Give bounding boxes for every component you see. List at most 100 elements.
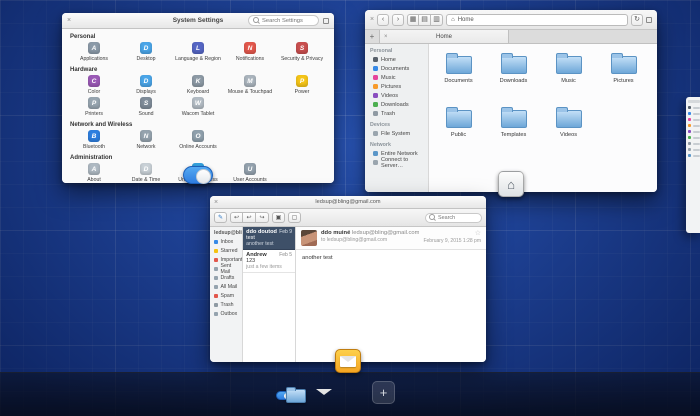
mail-app-icon[interactable] (335, 349, 361, 373)
settings-item[interactable]: N Notifications (224, 42, 276, 64)
folder-item[interactable]: Downloads (486, 52, 541, 106)
adjacent-window-sliver[interactable] (686, 97, 700, 233)
conversation-item[interactable]: Feb 9 ddo doutod test another test (243, 227, 295, 250)
settings-item[interactable]: D Desktop (120, 42, 172, 64)
message-view: ddo muiné ledsup@bling@gmail.com to leds… (296, 227, 486, 362)
mail-folder-item[interactable]: All Mail (210, 282, 242, 291)
maximize-icon[interactable] (323, 17, 329, 24)
sidebar-item[interactable]: Connect to Server… (365, 157, 428, 169)
grid-view-icon[interactable]: ▦ (407, 13, 420, 26)
settings-item[interactable]: N Network (120, 130, 172, 152)
trash-button[interactable]: ▢ (288, 212, 301, 223)
tab-label: Home (435, 33, 452, 40)
files-window[interactable]: × ‹ › ▦ ▤ ▥ ⌂ Home ↻ + × Home Personal H… (365, 10, 657, 192)
refresh-button[interactable]: ↻ (631, 13, 643, 26)
mail-search-input[interactable] (438, 214, 478, 221)
star-icon[interactable]: ☆ (475, 230, 481, 237)
sidebar-item[interactable]: Downloads (365, 100, 428, 109)
settings-item[interactable]: P Power (276, 75, 328, 97)
close-icon[interactable]: × (370, 16, 374, 23)
mail-folder-sidebar: ledsup@bling… Inbox Starred Important Se… (210, 227, 244, 362)
tab-close-icon[interactable]: × (384, 34, 388, 40)
add-tab-button[interactable]: + (365, 30, 379, 43)
conversation-item[interactable]: Feb 5 Andrew 123 just a few items (243, 250, 295, 273)
sidebar-item-label: Downloads (381, 101, 409, 108)
settings-item[interactable]: D Date & Time (120, 163, 172, 183)
forward-button[interactable]: › (392, 13, 405, 26)
settings-item-label: Mouse & Touchpad (227, 88, 273, 95)
settings-item[interactable]: U User Accounts (224, 163, 276, 183)
compose-button[interactable]: ✎ (214, 212, 227, 223)
mail-titlebar: × ledsup@bling@gmail.com (210, 196, 486, 209)
settings-item[interactable]: D Displays (120, 75, 172, 97)
sidebar-item[interactable]: Home (365, 55, 428, 64)
settings-item[interactable]: C Color (68, 75, 120, 97)
close-icon[interactable]: × (214, 199, 218, 206)
mail-account-label: ledsup@bling… (214, 230, 242, 236)
settings-item-icon: D (140, 163, 152, 175)
sidebar-item[interactable]: Trash (365, 109, 428, 118)
settings-item[interactable]: A About (68, 163, 120, 183)
settings-item[interactable]: A Applications (68, 42, 120, 64)
folder-item[interactable]: Music (541, 52, 596, 106)
files-app-icon[interactable]: ⌂ (498, 171, 524, 197)
mail-folder-item[interactable]: Starred (210, 246, 242, 255)
folder-item[interactable]: Templates (486, 106, 541, 160)
sidebar-item-label: Videos (381, 92, 399, 99)
settings-item-icon: N (244, 42, 256, 54)
close-icon[interactable]: × (67, 17, 71, 24)
forward-button[interactable]: ↪ (256, 212, 269, 223)
sidebar-item[interactable]: Pictures (365, 82, 428, 91)
path-bar[interactable]: ⌂ Home (446, 13, 628, 26)
message-header-right: ☆ February 9, 2015 1:28 pm (423, 230, 481, 246)
settings-item[interactable]: L Language & Region (172, 42, 224, 64)
folder-item[interactable]: Pictures (596, 52, 651, 106)
search-icon (429, 214, 436, 221)
workspace-1-thumbnail[interactable] (276, 380, 308, 403)
sidebar-item[interactable]: Videos (365, 91, 428, 100)
sidebar-item[interactable]: Music (365, 73, 428, 82)
folder-icon (445, 107, 472, 128)
files-folder-icon (286, 387, 306, 403)
tab-home[interactable]: × Home (379, 30, 509, 43)
system-settings-window[interactable]: × System Settings Personal A Application… (62, 13, 334, 183)
settings-item-label: Keyboard (186, 88, 210, 95)
settings-item[interactable]: O Online Accounts (172, 130, 224, 152)
list-view-icon[interactable]: ▤ (419, 13, 432, 26)
sidebar-item-label: Home (381, 56, 396, 63)
folder-item[interactable]: Public (431, 106, 486, 160)
mail-window[interactable]: × ledsup@bling@gmail.com ✎ ↩ ↩ ↪ ▣ ▢ led… (210, 196, 486, 362)
mail-folder-item[interactable]: Spam (210, 291, 242, 300)
settings-item-label: Bluetooth (83, 143, 105, 150)
reply-button[interactable]: ↩ (230, 212, 243, 223)
mail-folder-item[interactable]: Trash (210, 300, 242, 309)
mail-folder-item[interactable]: Inbox (210, 237, 242, 246)
settings-item-icon: N (140, 130, 152, 142)
sidebar-item[interactable]: Documents (365, 64, 428, 73)
back-button[interactable]: ‹ (377, 13, 390, 26)
add-workspace-button[interactable]: + (372, 381, 395, 404)
settings-item[interactable]: K Keyboard (172, 75, 224, 97)
reply-group: ↩ ↩ ↪ (230, 212, 269, 223)
switchboard-app-icon[interactable] (183, 166, 213, 184)
settings-section-network: Network and Wireless B Bluetooth N Netwo… (62, 119, 334, 152)
settings-item[interactable]: B Bluetooth (68, 130, 120, 152)
settings-search-input[interactable] (262, 17, 314, 24)
settings-item[interactable]: M Mouse & Touchpad (224, 75, 276, 97)
settings-item[interactable]: P Printers (68, 97, 120, 119)
mail-folder-item[interactable]: Outbox (210, 309, 242, 318)
sidebar-item[interactable]: File System (365, 129, 428, 138)
settings-item[interactable]: S Security & Privacy (276, 42, 328, 64)
column-view-icon[interactable]: ▥ (431, 13, 444, 26)
settings-item[interactable]: S Sound (120, 97, 172, 119)
maximize-icon[interactable] (646, 16, 652, 23)
mail-folder-item[interactable]: Sent Mail (210, 263, 242, 275)
settings-item[interactable]: W Wacom Tablet (172, 97, 224, 119)
folder-item[interactable]: Documents (431, 52, 486, 106)
archive-button[interactable]: ▣ (272, 212, 285, 223)
reply-all-button[interactable]: ↩ (243, 212, 256, 223)
settings-item-icon: U (244, 163, 256, 175)
folder-item[interactable]: Videos (541, 106, 596, 160)
mail-folder-icon (214, 275, 218, 280)
folder-name: Documents (444, 78, 473, 84)
